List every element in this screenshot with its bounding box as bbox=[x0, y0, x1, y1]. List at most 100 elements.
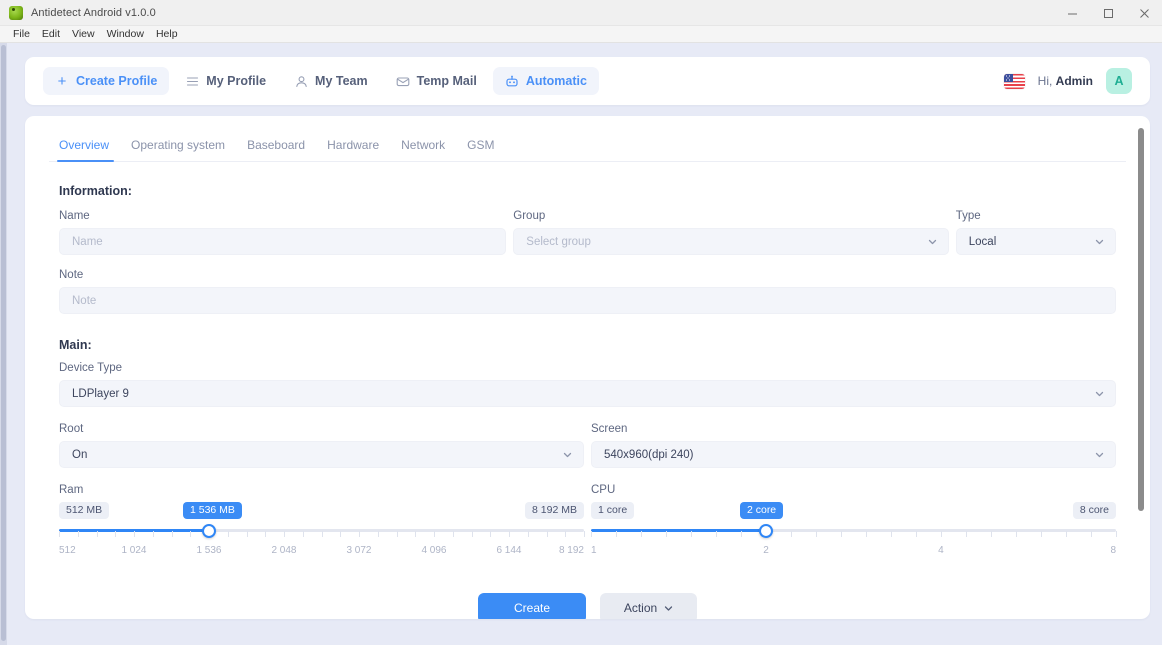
nav-item-label: Temp Mail bbox=[416, 74, 477, 88]
action-button-label: Action bbox=[623, 601, 658, 615]
minimize-icon[interactable] bbox=[1054, 0, 1090, 26]
menu-item-edit[interactable]: Edit bbox=[36, 26, 66, 43]
tab-operating-system[interactable]: Operating system bbox=[120, 138, 236, 161]
app-body: + Create Profile My Profile My Team Temp… bbox=[0, 43, 1162, 645]
ram-badges: 512 MB 1 536 MB 8 192 MB bbox=[59, 502, 584, 519]
nav-item-create-profile[interactable]: + Create Profile bbox=[43, 67, 170, 95]
device-type-row: Device Type LDPlayer 9 bbox=[51, 362, 1124, 407]
slider-tick bbox=[415, 531, 417, 537]
device-type-select[interactable]: LDPlayer 9 bbox=[59, 380, 1116, 407]
tab-overview[interactable]: Overview bbox=[53, 138, 120, 162]
slider-tick bbox=[584, 531, 585, 537]
avatar[interactable]: A bbox=[1106, 68, 1132, 94]
slider-tick bbox=[741, 531, 742, 537]
slider-tick bbox=[227, 531, 229, 537]
slider-tick bbox=[96, 531, 98, 537]
ram-label: Ram bbox=[59, 484, 84, 496]
slider-tick bbox=[1116, 531, 1117, 537]
slider-tick-label: 1 536 bbox=[196, 545, 222, 556]
ram-slider-track[interactable] bbox=[59, 524, 585, 539]
main-heading: Main: bbox=[59, 338, 92, 352]
action-button-row: Create Action bbox=[51, 593, 1124, 619]
screen-select[interactable]: 540x960(dpi 240) bbox=[591, 441, 1116, 468]
app-scrollbar-thumb[interactable] bbox=[1, 45, 6, 641]
slider-tick-label: 8 192 bbox=[558, 545, 584, 556]
window-title: Antidetect Android v1.0.0 bbox=[31, 6, 156, 19]
cpu-slider-track[interactable] bbox=[591, 524, 1117, 539]
root-screen-row: Root On Screen 540x960(dpi 240) bbox=[51, 423, 1124, 468]
information-heading: Information: bbox=[59, 184, 132, 198]
slider-tick bbox=[265, 531, 267, 537]
action-button[interactable]: Action bbox=[600, 593, 697, 619]
user-name: Admin bbox=[1055, 74, 1093, 88]
robot-icon bbox=[505, 74, 519, 88]
type-select[interactable]: Local bbox=[955, 228, 1116, 255]
slider-tick bbox=[1016, 531, 1017, 537]
greeting-text: Hi, Admin bbox=[1038, 74, 1093, 88]
root-value: On bbox=[72, 448, 88, 461]
nav-item-label: Create Profile bbox=[76, 74, 158, 88]
slider-tick bbox=[791, 531, 792, 537]
root-select[interactable]: On bbox=[59, 441, 584, 468]
name-input[interactable]: Name bbox=[59, 228, 507, 255]
card-scrollbar-thumb[interactable] bbox=[1138, 128, 1144, 511]
slider-tick-label: 4 bbox=[938, 545, 944, 556]
nav-item-my-team[interactable]: My Team bbox=[282, 67, 380, 95]
slider-tick bbox=[434, 531, 435, 537]
ram-value-badge: 1 536 MB bbox=[182, 502, 242, 519]
plus-icon: + bbox=[57, 72, 67, 90]
menu-item-view[interactable]: View bbox=[66, 26, 101, 43]
slider-tick bbox=[565, 531, 567, 537]
slider-tick bbox=[171, 531, 173, 537]
menu-item-window[interactable]: Window bbox=[101, 26, 150, 43]
slider-tick-label: 4 096 bbox=[421, 545, 447, 556]
slider-tick bbox=[641, 531, 642, 537]
cpu-track-fill bbox=[591, 529, 766, 532]
note-input[interactable]: Note bbox=[59, 287, 1116, 314]
slider-tick bbox=[77, 531, 79, 537]
create-button[interactable]: Create bbox=[478, 593, 586, 619]
slider-tick bbox=[691, 531, 692, 537]
menu-item-file[interactable]: File bbox=[7, 26, 36, 43]
window-titlebar: Antidetect Android v1.0.0 bbox=[0, 0, 1162, 26]
cpu-slider-knob[interactable] bbox=[758, 524, 773, 538]
slider-tick bbox=[115, 531, 117, 537]
slider-tick bbox=[716, 531, 717, 537]
us-flag-icon[interactable] bbox=[1003, 73, 1025, 89]
nav-items: + Create Profile My Profile My Team Temp… bbox=[43, 67, 599, 95]
slider-tick bbox=[941, 531, 942, 537]
slider-tick bbox=[377, 531, 379, 537]
slider-tick bbox=[321, 531, 323, 537]
slider-tick bbox=[284, 531, 285, 537]
slider-tick-label: 6 144 bbox=[496, 545, 522, 556]
ram-cpu-row: Ram 512 MB 1 536 MB 8 192 MB 512 1 024 1 5… bbox=[51, 484, 1124, 559]
app-scrollbar[interactable] bbox=[0, 43, 7, 645]
close-icon[interactable] bbox=[1126, 0, 1162, 26]
main-content-card: Overview Operating system Baseboard Hard… bbox=[25, 116, 1150, 619]
slider-tick-label: 2 bbox=[763, 545, 769, 556]
maximize-icon[interactable] bbox=[1090, 0, 1126, 26]
user-icon bbox=[294, 74, 308, 88]
group-select[interactable]: Select group bbox=[513, 228, 949, 255]
slider-tick bbox=[1066, 531, 1067, 537]
slider-tick bbox=[509, 531, 510, 537]
slider-tick-label: 1 024 bbox=[121, 545, 147, 556]
cpu-label: CPU bbox=[591, 484, 616, 496]
menu-item-help[interactable]: Help bbox=[150, 26, 184, 43]
slider-tick bbox=[916, 531, 917, 537]
tab-baseboard[interactable]: Baseboard bbox=[236, 138, 316, 161]
slider-tick bbox=[340, 531, 342, 537]
chevron-down-icon bbox=[563, 450, 572, 459]
nav-item-my-profile[interactable]: My Profile bbox=[173, 67, 278, 95]
slider-tick-label: 2 048 bbox=[271, 545, 297, 556]
device-type-value: LDPlayer 9 bbox=[72, 387, 129, 400]
tab-gsm[interactable]: GSM bbox=[456, 138, 505, 161]
nav-item-temp-mail[interactable]: Temp Mail bbox=[384, 67, 489, 95]
tab-network[interactable]: Network bbox=[390, 138, 456, 161]
slider-tick bbox=[991, 531, 992, 537]
slider-tick bbox=[359, 531, 360, 537]
tab-hardware[interactable]: Hardware bbox=[316, 138, 390, 161]
ram-slider-knob[interactable] bbox=[201, 524, 216, 538]
type-label: Type bbox=[955, 210, 981, 222]
nav-item-automatic[interactable]: Automatic bbox=[492, 67, 599, 95]
